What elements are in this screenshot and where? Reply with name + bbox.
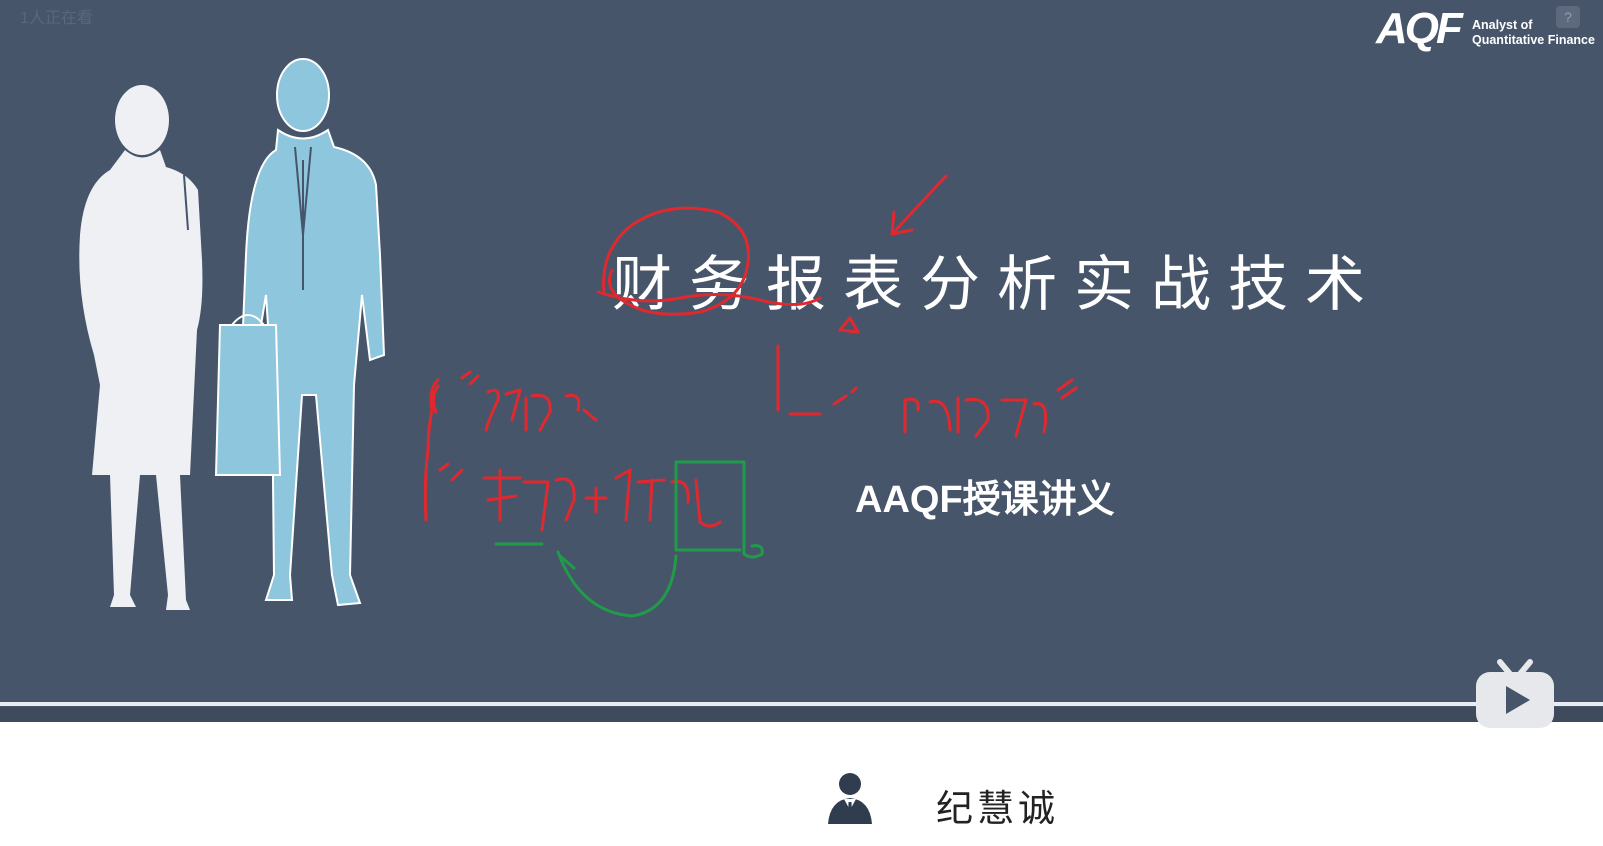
slide-subtitle: AAQF授课讲义 — [855, 479, 1115, 521]
left-brace — [423, 378, 440, 522]
green-curve — [556, 550, 678, 618]
person-icon — [828, 773, 872, 824]
green-box — [676, 460, 764, 559]
logo-line-2: Quantitative Finance — [1472, 33, 1595, 47]
woman-silhouette — [79, 85, 203, 610]
viewer-count: 1人正在看 — [20, 10, 93, 27]
divider-band — [0, 707, 1603, 722]
handwritten-jichu-youhua — [482, 468, 722, 532]
bilibili-play-icon[interactable] — [1474, 654, 1556, 736]
business-silhouettes-illustration — [79, 58, 386, 610]
video-frame[interactable]: 1人正在看 AQF Analyst of Quantitative Financ… — [0, 0, 1603, 846]
slide-footer — [0, 722, 1603, 846]
man-silhouette — [214, 58, 386, 607]
arrow-mark — [890, 174, 948, 236]
handwritten-zhanglue-right — [903, 396, 1048, 438]
slide-title: 财务报表分析实战技术 — [612, 250, 1382, 320]
help-icon[interactable]: ? — [1556, 6, 1580, 28]
handwritten-duozhanglue — [484, 388, 598, 432]
logo-mark: AQF — [1376, 4, 1463, 53]
green-ink-strokes — [494, 460, 764, 618]
divider-line — [0, 702, 1603, 706]
slide: 1人正在看 AQF Analyst of Quantitative Financ… — [0, 0, 1603, 722]
logo-line-1: Analyst of — [1472, 18, 1533, 32]
author-name: 纪慧诚 — [936, 787, 1059, 830]
